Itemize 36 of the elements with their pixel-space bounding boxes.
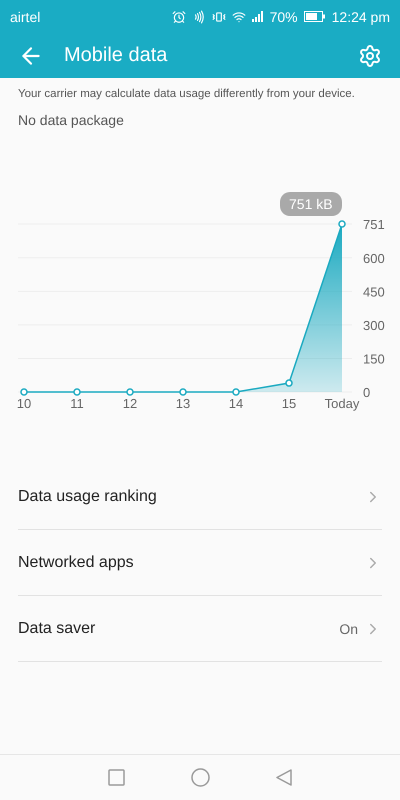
axis-label: 13 — [176, 396, 190, 411]
menu-row[interactable]: Data usage ranking — [18, 464, 382, 530]
menu-label: Data saver — [18, 620, 96, 638]
value-tooltip: 751 kB — [280, 192, 342, 216]
menu-row[interactable]: Data saver On — [18, 596, 382, 662]
signal-icon — [252, 11, 264, 22]
alarm-icon — [172, 10, 186, 24]
settings-button[interactable] — [358, 44, 382, 68]
carrier-name: airtel — [10, 8, 40, 24]
package-text: No data package — [18, 112, 125, 128]
axis-label: 300 — [363, 318, 385, 333]
home-icon[interactable] — [191, 768, 210, 787]
axis-label: 15 — [282, 396, 296, 411]
back-icon[interactable] — [276, 769, 292, 786]
axis-label: 10 — [16, 396, 32, 411]
screen-title: Mobile data — [64, 44, 168, 67]
wifi-icon — [232, 10, 246, 24]
notice-text: Your carrier may calculate data usage differently from your device. — [18, 88, 356, 100]
axis-label: Today — [324, 396, 360, 411]
battery-percent: 70% — [270, 8, 298, 24]
menu-value: On — [339, 620, 358, 636]
vibrate-icon — [212, 10, 226, 24]
recents-icon[interactable] — [108, 769, 125, 786]
menu-label: Data usage ranking — [18, 488, 158, 506]
axis-label: 751 — [363, 217, 385, 232]
menu-row[interactable]: Networked apps — [18, 530, 382, 596]
axis-label: 14 — [228, 396, 244, 411]
clock-time: 12:24 pm — [332, 8, 390, 24]
battery-icon — [304, 11, 326, 22]
axis-label: 11 — [70, 396, 84, 411]
axis-label: 450 — [363, 284, 385, 300]
axis-label: 600 — [363, 250, 385, 266]
menu-label: Networked apps — [18, 554, 135, 572]
axis-label: 0 — [363, 385, 370, 400]
axis-label: 12 — [122, 396, 138, 411]
axis-label: 150 — [363, 351, 385, 366]
